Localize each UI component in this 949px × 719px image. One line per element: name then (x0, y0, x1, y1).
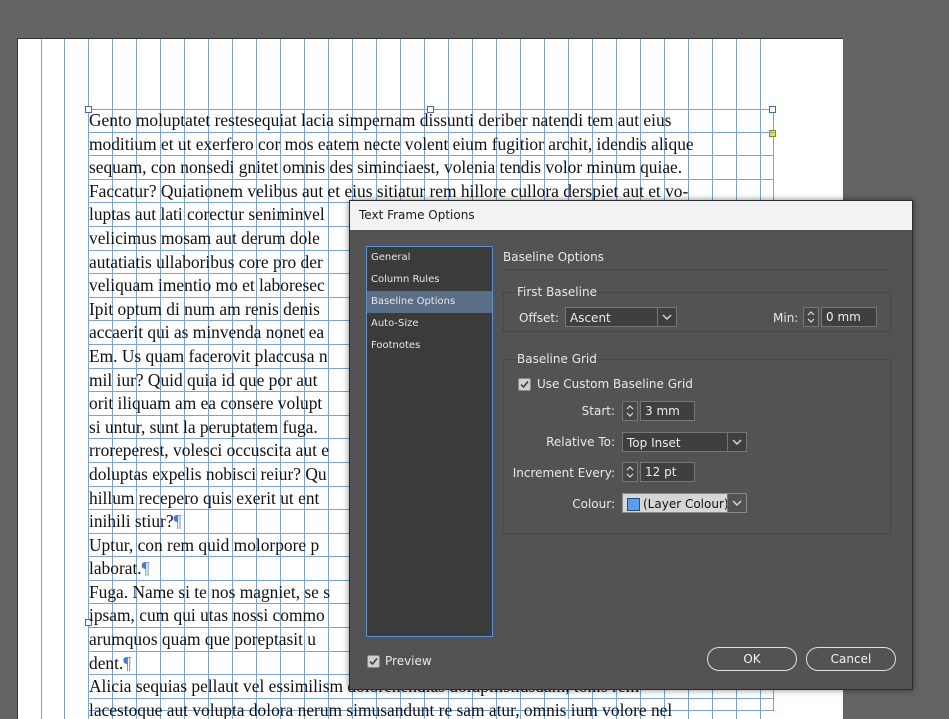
colour-value: (Layer Colour) (643, 497, 729, 511)
text-line: Gento moluptatet restesequiat lacia simp… (89, 109, 774, 133)
start-input[interactable]: 3 mm (640, 401, 695, 421)
baseline-grid-legend: Baseline Grid (517, 352, 597, 366)
text-line-content: orit iliquam am ea consere volupt (89, 393, 323, 414)
colour-label: Colour: (572, 497, 615, 511)
increment-every-label: Increment Every: (512, 466, 615, 480)
use-custom-grid-checkbox[interactable] (518, 378, 531, 391)
text-line-content: mil iur? Quid quia id que por aut (89, 369, 318, 390)
start-stepper[interactable] (622, 401, 638, 421)
text-line-content: laborat. (89, 558, 142, 579)
text-line-content: Ipit optum di num am renis denis (89, 298, 320, 319)
options-nav-list: General Column Rules Baseline Options Au… (366, 246, 493, 637)
text-line-content: Fuga. Name si te nos magniet, se s (89, 581, 331, 602)
increment-stepper[interactable] (622, 462, 638, 482)
text-frame-options-dialog: Text Frame Options General Column Rules … (349, 200, 913, 690)
ok-button[interactable]: OK (707, 647, 797, 671)
text-line-content: dent. (89, 652, 124, 673)
pilcrow-mark: ¶ (173, 511, 182, 532)
nav-item-footnotes[interactable]: Footnotes (367, 335, 492, 357)
text-line-content: arumquos quam que poreptasit u (89, 629, 316, 650)
text-line-content: moditium et ut exerfero cor mos eatem ne… (89, 133, 694, 154)
section-divider (503, 269, 889, 270)
relative-to-label: Relative To: (546, 435, 615, 449)
relative-to-dropdown[interactable]: Top Inset (622, 432, 747, 452)
preview-checkbox[interactable] (367, 655, 380, 668)
offset-label: Offset: (519, 311, 560, 325)
nav-item-general[interactable]: General (367, 247, 492, 269)
text-line-content: luptas aut lati corectur seniminvel (89, 204, 325, 225)
offset-value: Ascent (570, 311, 611, 325)
text-line-content: hillum recepero quis exerit ut ent (89, 487, 320, 508)
chevron-down-icon (727, 433, 746, 451)
text-line: moditium et ut exerfero cor mos eatem ne… (89, 133, 774, 157)
text-line-content: ipsam, cum qui utas nossi commo (89, 605, 325, 626)
relative-to-value: Top Inset (627, 436, 681, 450)
start-label: Start: (581, 404, 615, 418)
text-line-content: velicimus mosam aut derum dole (89, 227, 320, 248)
section-title: Baseline Options (503, 250, 604, 264)
dialog-title: Text Frame Options (350, 201, 912, 230)
text-line: sequam, con nonsedi gnitet omnis des sim… (89, 156, 774, 180)
text-line-content: Faccatur? Quiationem velibus aut et eius… (89, 180, 689, 201)
colour-dropdown[interactable]: (Layer Colour) (622, 493, 747, 513)
column-guide-line (64, 39, 65, 719)
text-line-content: lacestoque aut volupta dolora nerum simu… (89, 699, 673, 719)
pilcrow-mark: ¶ (123, 652, 132, 673)
chevron-down-icon (727, 494, 746, 512)
text-line-content: si untur, sunt la peruptatem fuga. (89, 416, 318, 437)
use-custom-grid-label[interactable]: Use Custom Baseline Grid (537, 377, 693, 391)
cancel-button[interactable]: Cancel (806, 647, 896, 671)
text-line-content: doluptas expelis nobisci reiur? Qu (89, 463, 327, 484)
text-line-content: veliquam imentio mo et laboresec (89, 275, 325, 296)
text-line-content: autatiatis ullaboribus core pro der (89, 251, 323, 272)
nav-item-column-rules[interactable]: Column Rules (367, 269, 492, 291)
min-stepper[interactable] (803, 307, 819, 327)
min-input[interactable]: 0 mm (821, 307, 877, 327)
text-line-content: sequam, con nonsedi gnitet omnis des sim… (89, 157, 683, 178)
chevron-down-icon (657, 308, 676, 326)
text-line-content: accaerit qui as minvenda nonet ea (89, 322, 325, 343)
colour-swatch-icon (627, 498, 640, 511)
offset-dropdown[interactable]: Ascent (565, 307, 677, 327)
text-line-content: Gento moluptatet restesequiat lacia simp… (89, 110, 672, 130)
pilcrow-mark: ¶ (141, 558, 150, 579)
increment-input[interactable]: 12 pt (640, 462, 695, 482)
text-line-content: rroreperest, volesci occuscita aut e (89, 440, 329, 461)
text-line-content: Em. Us quam facerovit placcusa n (89, 345, 328, 366)
first-baseline-legend: First Baseline (517, 285, 597, 299)
text-line-content: Uptur, con rem quid molorpore p (89, 534, 320, 555)
text-line-content: inihili stiur? (89, 511, 174, 532)
nav-item-auto-size[interactable]: Auto-Size (367, 313, 492, 335)
min-label: Min: (773, 311, 799, 325)
preview-label[interactable]: Preview (385, 654, 432, 668)
column-guide-line (41, 39, 42, 719)
nav-item-baseline-options[interactable]: Baseline Options (367, 291, 492, 313)
